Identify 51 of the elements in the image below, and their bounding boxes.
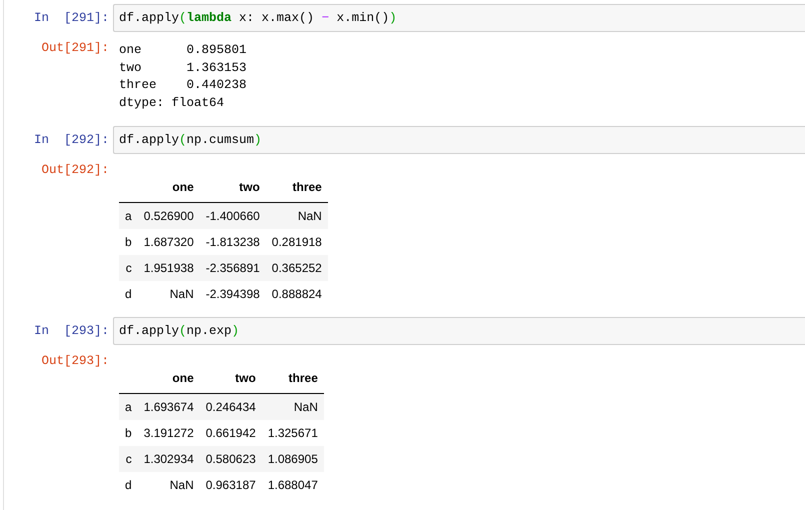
table-cell: 1.688047 <box>268 478 318 492</box>
output-line: dtype: float64 <box>119 94 226 112</box>
column-header: one <box>172 180 194 194</box>
row-index: b <box>125 235 132 249</box>
row-index: d <box>125 478 132 492</box>
code-input[interactable]: df.apply(np.exp) <box>113 317 805 345</box>
output-line: three 0.440238 <box>119 77 247 94</box>
table-cell: 0.963187 <box>206 478 256 492</box>
input-prompt: In [291]: <box>32 10 110 25</box>
table-cell: -1.813238 <box>206 235 260 249</box>
row-index: c <box>126 261 132 275</box>
table-cell: NaN <box>294 400 318 414</box>
code-input[interactable]: df.apply(lambda x: x.max() − x.min()) <box>113 4 805 32</box>
table-cell: NaN <box>170 478 194 492</box>
output-prompt: Out[292]: <box>40 162 110 177</box>
table-cell: -2.356891 <box>206 261 260 275</box>
row-index: c <box>126 452 132 466</box>
row-index: a <box>125 209 132 223</box>
table-cell: NaN <box>170 287 194 301</box>
table-cell: 1.325671 <box>268 426 318 440</box>
column-header: one <box>172 371 194 385</box>
table-cell: -1.400660 <box>206 209 260 223</box>
table-cell: 1.302934 <box>144 452 194 466</box>
input-prompt: In [293]: <box>32 323 110 338</box>
table-cell: 3.191272 <box>144 426 194 440</box>
table-cell: 0.281918 <box>272 235 322 249</box>
table-cell: 1.951938 <box>144 261 194 275</box>
column-header: three <box>292 180 322 194</box>
table-cell: 0.580623 <box>206 452 256 466</box>
row-index: d <box>125 287 132 301</box>
table-cell: 0.365252 <box>272 261 322 275</box>
output-prompt: Out[291]: <box>40 40 110 55</box>
table-cell: 0.246434 <box>206 400 256 414</box>
column-header: three <box>288 371 318 385</box>
table-cell: 1.693674 <box>144 400 194 414</box>
row-index: b <box>125 426 132 440</box>
column-header: two <box>239 180 260 194</box>
output-prompt: Out[293]: <box>40 353 110 368</box>
table-cell: NaN <box>298 209 322 223</box>
table-cell: 0.661942 <box>206 426 256 440</box>
code-input[interactable]: df.apply(np.cumsum) <box>113 126 805 154</box>
row-index: a <box>125 400 132 414</box>
table-cell: 0.526900 <box>144 209 194 223</box>
table-cell: 1.687320 <box>144 235 194 249</box>
table-cell: 0.888824 <box>272 287 322 301</box>
output-line: one 0.895801 <box>119 42 247 59</box>
output-line: two 1.363153 <box>119 60 247 76</box>
table-cell: 1.086905 <box>268 452 318 466</box>
table-cell: -2.394398 <box>206 287 260 301</box>
column-header: two <box>235 371 256 385</box>
input-prompt: In [292]: <box>32 132 110 147</box>
